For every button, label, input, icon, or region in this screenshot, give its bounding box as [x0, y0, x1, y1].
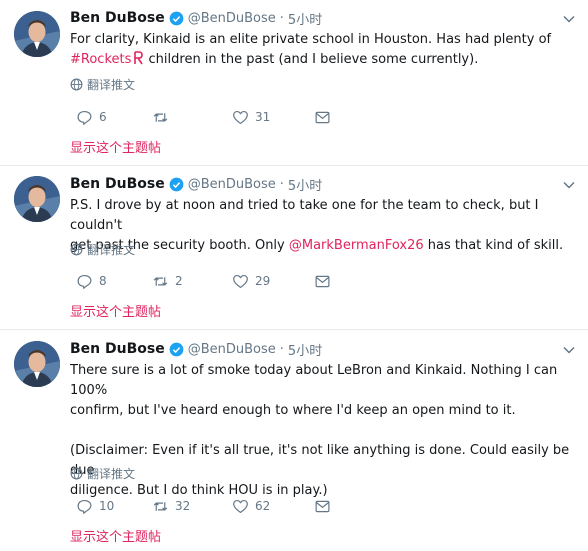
- show-thread-link[interactable]: 显示这个主题帖: [70, 301, 161, 320]
- verified-badge-icon: [169, 342, 184, 356]
- avatar[interactable]: [14, 176, 60, 222]
- author-handle[interactable]: @BenDuBose: [188, 177, 276, 192]
- reply-count: 6: [99, 110, 107, 124]
- like-count: 62: [255, 499, 271, 513]
- tweet-2[interactable]: Ben DuBose @BenDuBose · 5小时 P.S. I drove…: [0, 166, 588, 329]
- reply-icon: [77, 499, 92, 514]
- retweet-icon: [153, 112, 168, 122]
- avatar[interactable]: [14, 11, 60, 57]
- translate-label[interactable]: 翻译推文: [87, 465, 135, 482]
- tweet-3[interactable]: Ben DuBose @BenDuBose · 5小时 There sure i…: [0, 330, 588, 551]
- like-icon: [233, 499, 248, 513]
- message-icon: [315, 275, 330, 287]
- rockets-hashflag-icon: [134, 51, 144, 65]
- verified-badge-icon: [169, 177, 184, 191]
- retweet-count: 2: [175, 274, 183, 288]
- reply-icon: [77, 110, 92, 125]
- author-handle[interactable]: @BenDuBose: [188, 11, 276, 26]
- translate-label[interactable]: 翻译推文: [87, 76, 135, 93]
- retweet-icon: [153, 276, 168, 286]
- timestamp[interactable]: 5小时: [288, 340, 322, 359]
- like-count: 31: [255, 110, 271, 124]
- like-count: 29: [255, 274, 271, 288]
- timestamp[interactable]: 5小时: [288, 175, 322, 194]
- verified-badge-icon: [169, 11, 184, 25]
- avatar-image: [14, 341, 60, 387]
- show-thread-link[interactable]: 显示这个主题帖: [70, 137, 161, 156]
- tweet-text-part: has that kind of skill.: [423, 238, 564, 253]
- tweet-1[interactable]: Ben DuBose @BenDuBose · 5小时 For clarity,…: [0, 0, 588, 165]
- author-name[interactable]: Ben DuBose: [70, 341, 165, 357]
- like-button[interactable]: 31: [232, 107, 270, 127]
- retweet-button[interactable]: 32: [152, 496, 190, 516]
- globe-icon: [70, 243, 83, 255]
- reply-count: 10: [99, 499, 115, 513]
- separator-dot: ·: [279, 10, 284, 26]
- caret-down-icon[interactable]: [562, 343, 576, 357]
- translate-label[interactable]: 翻译推文: [87, 241, 135, 258]
- tweet-text-part: children in the past (and I believe some…: [144, 52, 479, 67]
- reply-count: 8: [99, 274, 107, 288]
- avatar-image: [14, 11, 60, 57]
- hashtag-link[interactable]: #Rockets: [70, 52, 131, 67]
- retweet-count: 32: [175, 499, 191, 513]
- timestamp[interactable]: 5小时: [288, 9, 322, 28]
- translate-tweet[interactable]: 翻译推文: [70, 465, 135, 481]
- show-thread-link[interactable]: 显示这个主题帖: [70, 526, 161, 545]
- author-name[interactable]: Ben DuBose: [70, 176, 165, 192]
- separator-dot: ·: [279, 176, 284, 192]
- reply-button[interactable]: 6: [76, 107, 107, 127]
- globe-icon: [70, 467, 83, 479]
- tweet-text: For clarity, Kinkaid is an elite private…: [70, 30, 582, 70]
- author-name[interactable]: Ben DuBose: [70, 10, 165, 26]
- like-icon: [233, 110, 248, 124]
- like-button[interactable]: 62: [232, 496, 270, 516]
- tweet-text-part: For clarity, Kinkaid is an elite private…: [70, 32, 552, 47]
- retweet-button[interactable]: 2: [152, 271, 183, 291]
- message-button[interactable]: [314, 107, 337, 127]
- tweet-text: P.S. I drove by at noon and tried to tak…: [70, 196, 582, 256]
- message-button[interactable]: [314, 271, 337, 291]
- like-icon: [233, 274, 248, 288]
- retweet-icon: [153, 501, 168, 511]
- author-handle[interactable]: @BenDuBose: [188, 342, 276, 357]
- avatar-image: [14, 176, 60, 222]
- separator-dot: ·: [279, 341, 284, 357]
- translate-tweet[interactable]: 翻译推文: [70, 241, 135, 257]
- message-icon: [315, 111, 330, 123]
- caret-down-icon[interactable]: [562, 178, 576, 192]
- like-button[interactable]: 29: [232, 271, 270, 291]
- mention-link[interactable]: @MarkBermanFox26: [289, 238, 424, 253]
- message-button[interactable]: [314, 496, 337, 516]
- reply-button[interactable]: 8: [76, 271, 107, 291]
- reply-button[interactable]: 10: [76, 496, 114, 516]
- avatar[interactable]: [14, 341, 60, 387]
- tweet-text: There sure is a lot of smoke today about…: [70, 363, 570, 498]
- message-icon: [315, 500, 330, 512]
- caret-down-icon[interactable]: [562, 12, 576, 26]
- globe-icon: [70, 78, 83, 90]
- translate-tweet[interactable]: 翻译推文: [70, 76, 135, 92]
- retweet-button[interactable]: [152, 107, 175, 127]
- reply-icon: [77, 274, 92, 289]
